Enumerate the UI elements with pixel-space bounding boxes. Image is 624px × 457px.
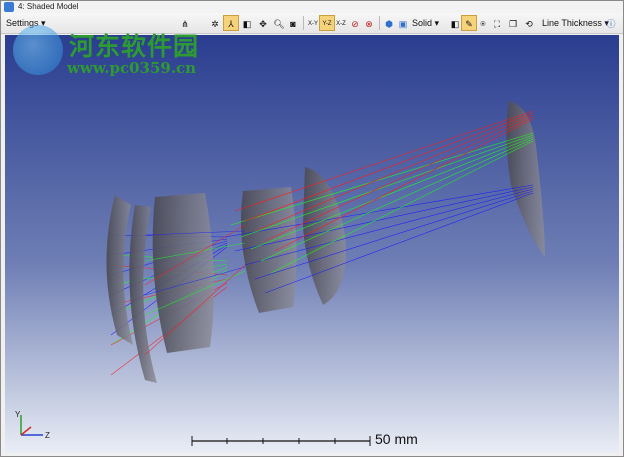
axis-y-label: Y [15,410,21,419]
line-thickness-dropdown[interactable]: Line Thickness ▾ [539,15,612,31]
scale-bar: 50 mm [191,431,431,453]
scale-bar-label: 50 mm [375,431,418,447]
toolbar: Settings ▾ ⋔ ✲ ⅄ ◧ ✥ 🔍︎ ◙ X-Y Y-Z X-Z ⊘ … [1,13,623,34]
rotate-axes-icon[interactable]: ⅄ [223,15,239,31]
render-mode-value: Solid [412,18,433,28]
lens-3 [152,193,214,353]
lens-5 [303,167,346,305]
title-bar: 4: Shaded Model [1,1,623,13]
axis-z-label: Z [45,431,50,439]
refresh-icon[interactable]: ⟲ [521,15,537,31]
help-icon[interactable]: ⓘ [603,15,619,31]
mirror [506,101,545,257]
light-icon[interactable]: ✲ [207,15,223,31]
3d-viewport[interactable]: 河东软件园 www.pc0359.cn Y Z 50 mm [5,25,619,453]
axis-triad: Y Z [13,409,63,440]
render-mode-dropdown[interactable]: Solid ▾ [409,15,442,31]
tree-view-icon[interactable]: ⋔ [177,15,193,31]
rotate-view-icon[interactable]: ◧ [239,15,255,31]
shaded-model-window: 4: Shaded Model Settings ▾ ⋔ ✲ ⅄ ◧ ✥ 🔍︎ … [0,0,624,457]
shaded-model-canvas [106,101,545,383]
camera-icon[interactable]: ◙ [285,15,301,31]
pan-icon[interactable]: ✥ [255,15,271,31]
line-thickness-label: Line Thickness [542,18,602,28]
app-icon [4,2,14,12]
fit-view-icon[interactable]: ⛶ [489,15,505,31]
hide-surfaces-icon[interactable]: ⊗ [361,15,377,31]
copy-icon[interactable]: ❐ [505,15,521,31]
settings-menu[interactable]: Settings ▾ [3,15,49,31]
settings-label: Settings [6,18,39,28]
window-title: 4: Shaded Model [18,2,79,11]
lens-elements [106,101,545,383]
